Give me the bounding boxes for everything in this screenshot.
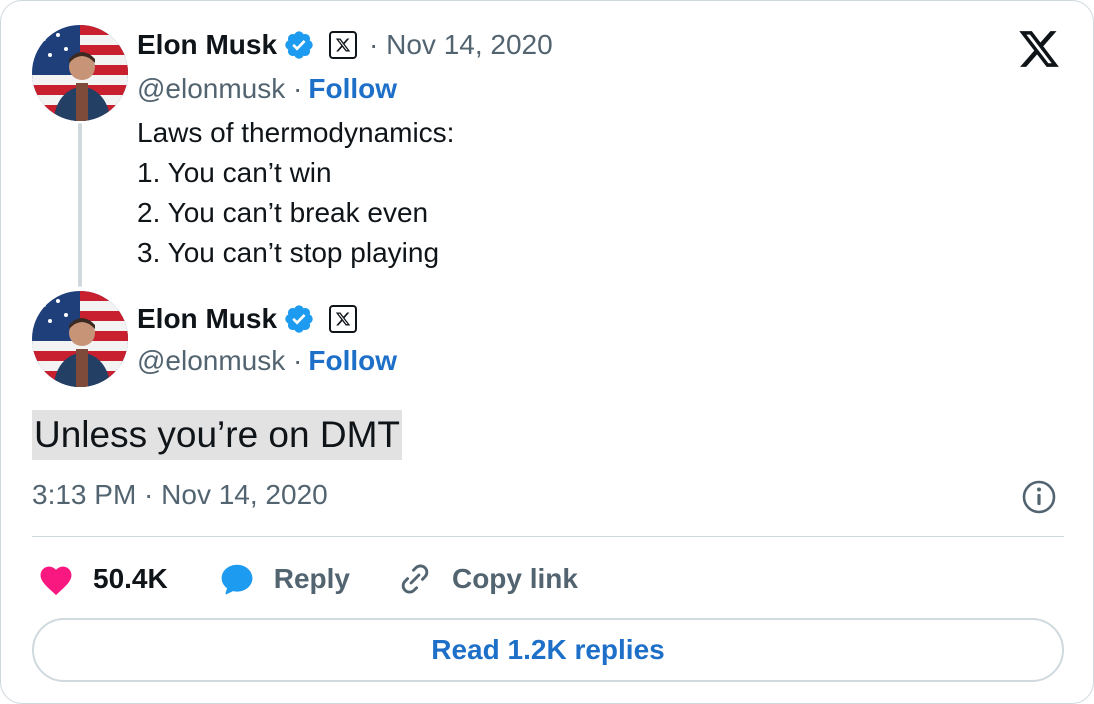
avatar[interactable] — [32, 291, 128, 387]
author-handle[interactable]: @elonmusk · — [137, 73, 302, 105]
x-logo-icon[interactable] — [1017, 27, 1061, 71]
like-count: 50.4K — [93, 563, 168, 594]
avatar[interactable] — [32, 25, 128, 121]
link-icon — [401, 564, 429, 594]
author-name[interactable]: Elon Musk — [137, 303, 277, 335]
tweet-line: 1. You can’t win — [137, 157, 332, 188]
tweet-line: Laws of thermodynamics: — [137, 117, 455, 148]
handle-row: @elonmusk · Follow — [137, 343, 397, 379]
divider — [32, 536, 1064, 537]
tweet-line: 3. You can’t stop playing — [137, 237, 440, 268]
tweet-embed-card: Elon Musk · Nov 14, 2020 @elonmusk · Fol… — [0, 0, 1094, 704]
reply-bubble-icon — [221, 564, 253, 595]
read-replies-button[interactable]: Read 1.2K replies — [32, 618, 1064, 682]
info-icon[interactable] — [1021, 479, 1057, 515]
x-affiliate-badge-icon — [329, 31, 358, 59]
copy-link-button[interactable]: Copy link — [396, 560, 578, 598]
tweet-text: Unless you’re on DMT — [32, 410, 403, 460]
tweet-timestamp[interactable]: 3:13 PM · Nov 14, 2020 — [32, 479, 328, 511]
follow-button[interactable]: Follow — [308, 73, 397, 105]
verified-badge-icon — [285, 305, 313, 333]
action-bar: 50.4K Reply Copy link — [37, 557, 578, 601]
author-handle[interactable]: @elonmusk · — [137, 345, 302, 377]
heart-icon — [40, 566, 72, 596]
parent-author-row: Elon Musk · Nov 14, 2020 — [137, 27, 553, 63]
author-row: Elon Musk — [137, 301, 358, 337]
verified-badge-icon — [285, 31, 313, 59]
like-button[interactable]: 50.4K — [37, 562, 168, 596]
parent-handle-row: @elonmusk · Follow — [137, 71, 397, 107]
copy-link-label: Copy link — [451, 563, 578, 594]
reply-button[interactable]: Reply — [218, 561, 350, 597]
reply-label: Reply — [273, 563, 350, 594]
parent-tweet-text: Laws of thermodynamics: 1. You can’t win… — [137, 113, 454, 273]
tweet-date[interactable]: · Nov 14, 2020 — [369, 29, 553, 61]
author-name[interactable]: Elon Musk — [137, 29, 277, 61]
follow-button[interactable]: Follow — [308, 345, 397, 377]
x-affiliate-badge-icon — [329, 305, 358, 333]
thread-line — [78, 123, 82, 287]
tweet-line: 2. You can’t break even — [137, 197, 429, 228]
